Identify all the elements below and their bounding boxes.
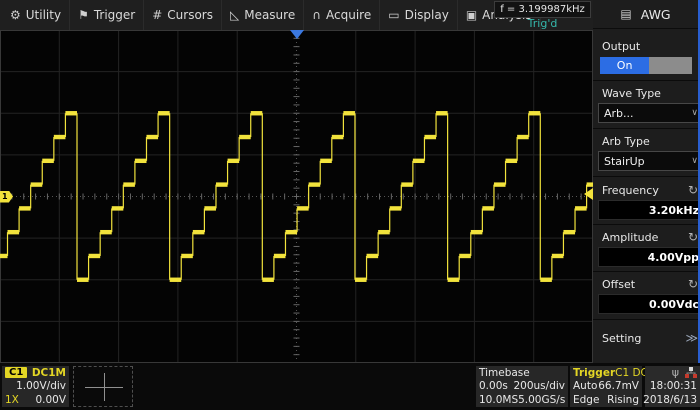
offset-value-box[interactable]: 0.00Vdc — [598, 294, 700, 314]
chevron-down-icon: ∨ — [691, 156, 698, 166]
menu-label: Cursors — [167, 8, 213, 22]
reset-icon[interactable]: ↻ — [688, 230, 698, 244]
menu-item-display[interactable]: ▭ Display — [380, 0, 458, 30]
display-icon: ▭ — [388, 8, 399, 22]
offset-label: Offset — [602, 278, 635, 291]
menu-label: Acquire — [326, 8, 371, 22]
amplitude-label: Amplitude — [602, 231, 658, 244]
awg-panel-header: ▤ AWG — [593, 0, 698, 29]
trigger-level: 66.7mV — [598, 380, 639, 392]
awg-panel: ▤ AWG Output On Wave Type Arb... ∨ Arb T… — [593, 0, 700, 363]
frequency-counter-value: f = 3.199987kHz — [494, 1, 591, 18]
channel-scale: 1.00V/div — [16, 380, 66, 392]
wave-type-label: Wave Type — [602, 87, 661, 100]
clock-date: 2018/6/13 — [643, 394, 697, 406]
arb-type-value: StairUp — [604, 155, 645, 168]
crosshair-icon — [104, 373, 105, 401]
trigger-slope: Rising — [607, 394, 639, 406]
menu-label: Trigger — [94, 8, 135, 22]
waveform-display-area[interactable]: 1 — [0, 30, 593, 363]
timebase-info-box[interactable]: Timebase 0.00s 200us/div 10.0MS 5.00GS/s — [476, 366, 568, 407]
list-icon: ▤ — [620, 7, 631, 21]
channel-offset: 0.00V — [35, 394, 66, 406]
reset-icon[interactable]: ↻ — [688, 277, 698, 291]
trigger-title: Trigger — [573, 367, 615, 379]
divider — [593, 176, 698, 177]
menu-item-measure[interactable]: ◺ Measure — [222, 0, 304, 30]
acquire-icon: ∩ — [312, 8, 321, 22]
oscilloscope-screen: ⚙ Utility ⚑ Trigger # Cursors ◺ Measure … — [0, 0, 700, 410]
trigger-mode: Auto — [573, 380, 597, 392]
trigger-status: Trig'd — [494, 18, 591, 30]
setting-row[interactable]: Setting ≫ — [593, 331, 698, 345]
more-arrow-icon: ≫ — [685, 331, 698, 345]
waveform-svg — [0, 30, 593, 363]
trigger-level-marker[interactable] — [584, 188, 593, 200]
probe-attenuation: 1X — [5, 394, 19, 406]
add-trace-box[interactable] — [73, 366, 133, 407]
gear-icon: ⚙ — [10, 8, 21, 22]
output-toggle[interactable]: On — [600, 57, 692, 74]
menu-label: Measure — [244, 8, 295, 22]
timebase-delay: 0.00s — [479, 380, 508, 392]
trigger-info-box[interactable]: Trigger C1 DC Auto 66.7mV Edge Rising — [570, 366, 642, 407]
divider — [593, 128, 698, 129]
analysis-icon: ▣ — [466, 8, 477, 22]
trigger-type: Edge — [573, 394, 599, 406]
channel-coupling: DC1M — [32, 367, 66, 379]
channel-badge: C1 — [5, 367, 27, 378]
offset-row: Offset ↻ — [593, 277, 698, 291]
menu-item-cursors[interactable]: # Cursors — [144, 0, 222, 30]
divider — [593, 271, 698, 272]
lan-icon — [685, 367, 697, 378]
bottom-status-bar: C1 DC1M 1.00V/div 1X 0.00V Timebase 0.00… — [0, 363, 700, 410]
cursors-icon: # — [152, 8, 162, 22]
timebase-scale: 200us/div — [513, 380, 565, 392]
menu-item-utility[interactable]: ⚙ Utility — [0, 0, 70, 30]
arb-type-select[interactable]: StairUp ∨ — [598, 151, 700, 171]
frequency-label: Frequency — [602, 184, 659, 197]
arb-type-label: Arb Type — [602, 135, 650, 148]
output-toggle-off — [649, 57, 692, 74]
frequency-counter-readout: f = 3.199987kHz Trig'd — [494, 1, 591, 29]
menu-label: Utility — [26, 8, 61, 22]
divider — [593, 80, 698, 81]
wave-type-select[interactable]: Arb... ∨ — [598, 103, 700, 123]
top-menu-bar: ⚙ Utility ⚑ Trigger # Cursors ◺ Measure … — [0, 0, 593, 30]
flag-icon: ⚑ — [78, 8, 89, 22]
usb-icon: ψ — [672, 366, 679, 379]
frequency-row: Frequency ↻ — [593, 183, 698, 197]
channel1-info-box[interactable]: C1 DC1M 1.00V/div 1X 0.00V — [2, 366, 69, 407]
panel-title: AWG — [641, 7, 671, 22]
chevron-down-icon: ∨ — [691, 108, 698, 118]
timebase-title: Timebase — [479, 367, 530, 379]
output-label: Output — [602, 40, 640, 53]
clock-time: 18:00:31 — [650, 380, 697, 392]
system-status-box: ψ 18:00:31 2018/6/13 — [645, 366, 700, 407]
menu-item-trigger[interactable]: ⚑ Trigger — [70, 0, 144, 30]
amplitude-value-box[interactable]: 4.00Vpp — [598, 247, 700, 267]
trigger-position-marker[interactable] — [290, 30, 304, 39]
divider — [593, 319, 698, 320]
measure-icon: ◺ — [230, 8, 239, 22]
amplitude-row: Amplitude ↻ — [593, 230, 698, 244]
wave-type-value: Arb... — [604, 107, 634, 120]
output-toggle-on: On — [600, 57, 649, 74]
reset-icon[interactable]: ↻ — [688, 183, 698, 197]
memory-depth: 10.0MS — [479, 394, 518, 406]
menu-label: Display — [405, 8, 449, 22]
trigger-source: C1 DC — [615, 367, 648, 379]
menu-item-acquire[interactable]: ∩ Acquire — [304, 0, 380, 30]
frequency-value-box[interactable]: 3.20kHz — [598, 200, 700, 220]
divider — [593, 224, 698, 225]
setting-label: Setting — [602, 332, 641, 345]
sample-rate: 5.00GS/s — [518, 394, 565, 406]
